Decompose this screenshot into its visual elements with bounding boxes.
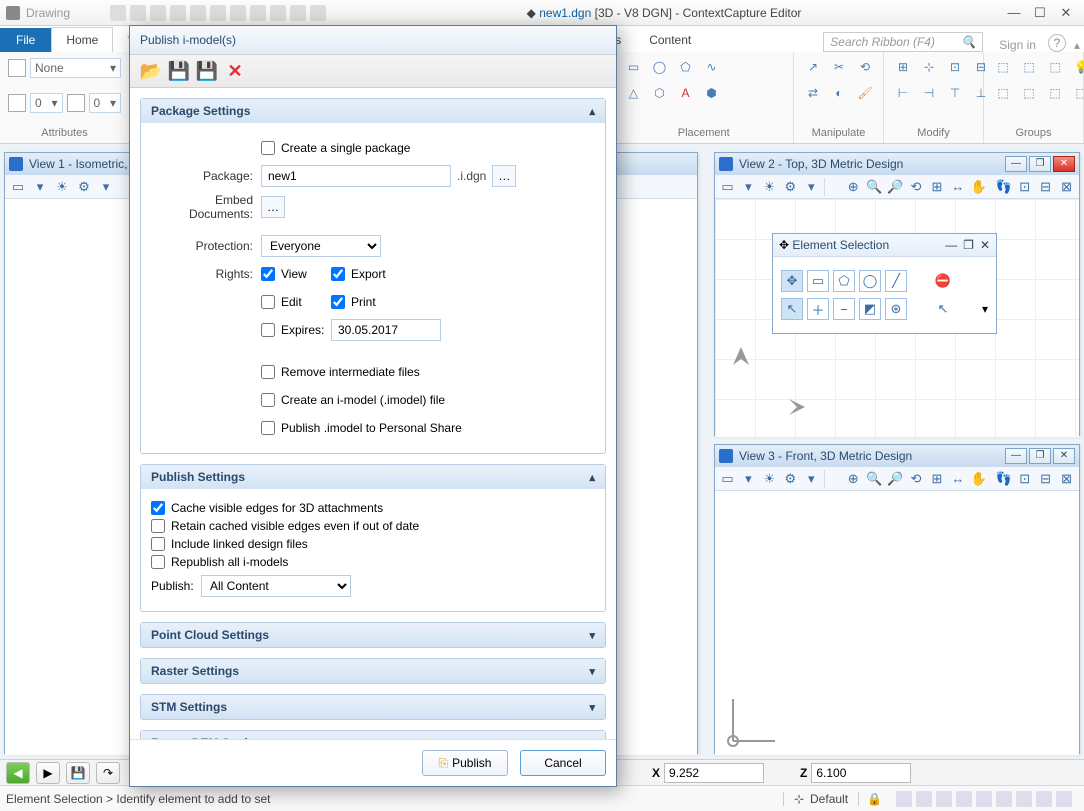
raster-dem-panel: Raster DEM Settings▾ bbox=[140, 730, 606, 739]
cancel-button[interactable]: Cancel bbox=[520, 750, 606, 776]
publish-settings-panel: Publish Settings▴ Cache visible edges fo… bbox=[140, 464, 606, 612]
chevron-up-icon: ▴ bbox=[589, 105, 595, 118]
open-icon[interactable]: 📂 bbox=[138, 58, 164, 84]
stm-panel: STM Settings▾ bbox=[140, 694, 606, 720]
package-name-input[interactable] bbox=[261, 165, 451, 187]
right-export-checkbox[interactable] bbox=[331, 267, 345, 281]
right-print-checkbox[interactable] bbox=[331, 295, 345, 309]
remove-intermediate-checkbox[interactable] bbox=[261, 365, 275, 379]
chevron-down-icon: ▾ bbox=[589, 665, 595, 678]
dialog-toolbar: 📂 💾 💾 ✕ bbox=[130, 54, 616, 88]
linked-files-checkbox[interactable] bbox=[151, 537, 165, 551]
save-plus-icon[interactable]: 💾 bbox=[194, 58, 220, 84]
publish-button[interactable]: ⎘Publish bbox=[422, 750, 508, 776]
publish-content-select[interactable]: All Content bbox=[201, 575, 351, 597]
dialog-overlay: Publish i-model(s) 📂 💾 💾 ✕ Package Setti… bbox=[0, 0, 1084, 811]
expires-checkbox[interactable] bbox=[261, 323, 275, 337]
chevron-down-icon: ▾ bbox=[589, 701, 595, 714]
retain-edges-checkbox[interactable] bbox=[151, 519, 165, 533]
embed-browse-button[interactable]: … bbox=[261, 196, 285, 218]
point-cloud-panel: Point Cloud Settings▾ bbox=[140, 622, 606, 648]
expires-date-input[interactable] bbox=[331, 319, 441, 341]
single-package-checkbox[interactable] bbox=[261, 141, 275, 155]
publish-imodel-dialog: Publish i-model(s) 📂 💾 💾 ✕ Package Setti… bbox=[129, 25, 617, 787]
protection-select[interactable]: Everyone bbox=[261, 235, 381, 257]
delete-icon[interactable]: ✕ bbox=[222, 58, 248, 84]
publish-share-checkbox[interactable] bbox=[261, 421, 275, 435]
save-icon[interactable]: 💾 bbox=[166, 58, 192, 84]
package-settings-panel: Package Settings▴ Create a single packag… bbox=[140, 98, 606, 454]
create-imodel-checkbox[interactable] bbox=[261, 393, 275, 407]
dialog-title: Publish i-model(s) bbox=[130, 26, 616, 54]
browse-button[interactable]: … bbox=[492, 165, 516, 187]
right-edit-checkbox[interactable] bbox=[261, 295, 275, 309]
publish-icon: ⎘ bbox=[439, 756, 449, 771]
chevron-down-icon: ▾ bbox=[589, 629, 595, 642]
cache-edges-checkbox[interactable] bbox=[151, 501, 165, 515]
publish-settings-header[interactable]: Publish Settings▴ bbox=[141, 465, 605, 489]
right-view-checkbox[interactable] bbox=[261, 267, 275, 281]
raster-panel: Raster Settings▾ bbox=[140, 658, 606, 684]
republish-checkbox[interactable] bbox=[151, 555, 165, 569]
package-settings-header[interactable]: Package Settings▴ bbox=[141, 99, 605, 123]
chevron-up-icon: ▴ bbox=[589, 471, 595, 484]
